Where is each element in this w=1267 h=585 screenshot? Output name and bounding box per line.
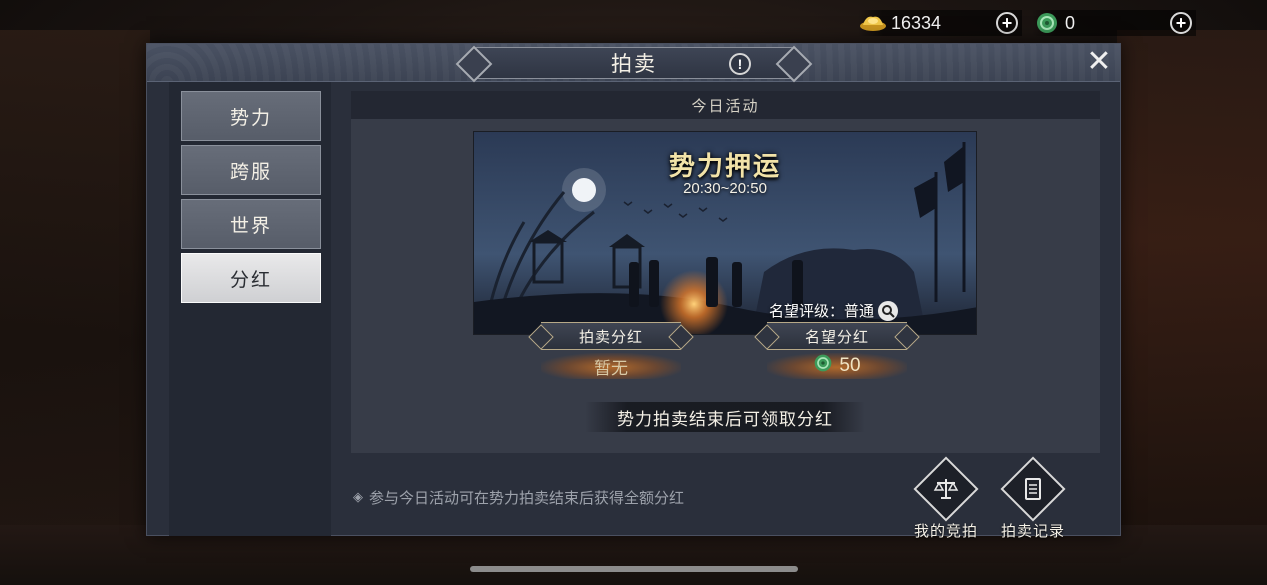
title-plate: 拍卖 !	[473, 47, 795, 79]
magnifier-icon[interactable]	[878, 300, 899, 321]
diamond-bullet-icon: ◈	[353, 490, 363, 505]
content-area: 今日活动 势力押运 20:30~20:50 名望评级：普通 拍卖分红 暂无 名望…	[351, 91, 1100, 453]
tab-world[interactable]: 世界	[181, 199, 321, 249]
tab-label: 跨服	[229, 160, 272, 183]
home-indicator[interactable]	[470, 566, 798, 572]
jade-currency-bar: 0 +	[1032, 10, 1196, 36]
fame-rank-text: 名望评级：普通	[769, 302, 875, 320]
gold-amount: 16334	[891, 12, 942, 33]
document-icon	[1000, 456, 1066, 522]
fame-dividend-value-text: 50	[839, 355, 861, 376]
panel-title: 拍卖	[611, 52, 657, 76]
close-icon[interactable]: ✕	[1084, 47, 1114, 78]
auction-record-label: 拍卖记录	[1000, 522, 1065, 540]
event-time: 20:30~20:50	[683, 180, 767, 197]
add-jade-button[interactable]: +	[1170, 12, 1192, 34]
panel-header: 拍卖 ! ✕	[147, 44, 1120, 82]
auction-dividend-label-text: 拍卖分红	[578, 327, 643, 346]
tab-label: 世界	[229, 214, 272, 237]
tab-faction[interactable]: 势力	[181, 91, 321, 141]
background-left	[0, 30, 150, 550]
auction-dividend-value-text: 暂无	[594, 358, 628, 379]
fame-dividend-label: 名望分红	[767, 322, 907, 350]
footer-tip: ◈ 参与今日活动可在势力拍卖结束后获得全额分红	[353, 487, 684, 508]
event-title: 势力押运	[668, 152, 781, 182]
info-icon[interactable]: !	[729, 53, 751, 75]
tab-label: 势力	[229, 106, 272, 129]
my-bid-button[interactable]: 我的竞拍	[906, 456, 986, 541]
background-right	[1117, 30, 1267, 550]
auction-dividend-value: 暂无	[541, 353, 681, 379]
gold-currency-bar: 16334 +	[858, 10, 1022, 36]
jade-coin-icon	[813, 353, 833, 379]
fame-dividend-label-text: 名望分红	[804, 327, 869, 346]
my-bid-label: 我的竞拍	[913, 522, 978, 540]
scales-icon	[913, 456, 979, 522]
event-banner: 势力押运 20:30~20:50 名望评级：普通	[473, 131, 977, 335]
auction-record-button[interactable]: 拍卖记录	[993, 456, 1073, 541]
jade-coin-icon	[1032, 12, 1062, 34]
tab-dividend[interactable]: 分红	[181, 253, 321, 303]
fame-dividend-value: 50	[767, 353, 907, 379]
claim-notice: 势力拍卖结束后可领取分红	[585, 402, 865, 432]
tab-cross-server[interactable]: 跨服	[181, 145, 321, 195]
tab-label: 分红	[229, 268, 272, 291]
fame-rank: 名望评级：普通	[769, 300, 899, 321]
auction-panel: 拍卖 ! ✕ 势力 跨服 世界 分红 今日活动 势力押运 20:30~20:50…	[146, 43, 1121, 540]
auction-dividend-label: 拍卖分红	[541, 322, 681, 350]
tab-column: 势力 跨服 世界 分红	[169, 82, 331, 536]
add-gold-button[interactable]: +	[996, 12, 1018, 34]
gold-ingot-icon	[858, 12, 888, 34]
section-header: 今日活动	[351, 91, 1100, 119]
jade-amount: 0	[1065, 12, 1076, 33]
footer-tip-text: 参与今日活动可在势力拍卖结束后获得全额分红	[369, 489, 685, 507]
